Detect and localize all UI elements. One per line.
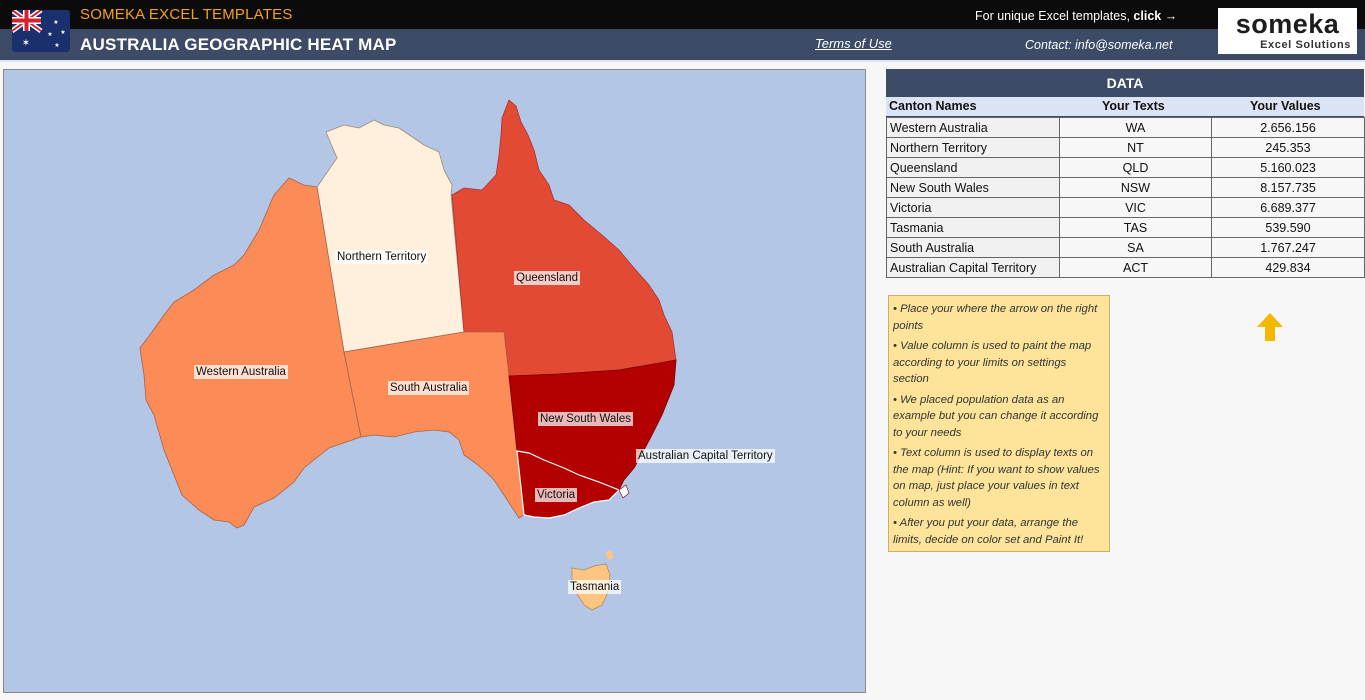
page-title: AUSTRALIA GEOGRAPHIC HEAT MAP — [80, 35, 397, 54]
svg-text:★: ★ — [53, 19, 58, 26]
label-south-australia: South Australia — [388, 381, 470, 395]
table-row: Australian Capital Territory ACT 429.834 — [886, 257, 1365, 278]
label-australian-capital-territory: Australian Capital Territory — [636, 449, 775, 463]
cell-name[interactable]: New South Wales — [886, 177, 1060, 198]
table-row: Western Australia WA 2.656.156 — [886, 117, 1365, 138]
cell-value[interactable]: 6.689.377 — [1211, 197, 1365, 218]
region-south-australia[interactable] — [343, 331, 525, 519]
cell-name[interactable]: South Australia — [886, 237, 1060, 258]
table-row: Tasmania TAS 539.590 — [886, 217, 1365, 238]
svg-text:★: ★ — [47, 31, 52, 38]
arrow-up-icon — [1256, 312, 1284, 342]
note-item: • Value column is used to paint the map … — [893, 340, 1092, 385]
cell-text[interactable]: NSW — [1059, 177, 1212, 198]
note-item: • We placed population data as an exampl… — [893, 393, 1099, 439]
cell-text[interactable]: TAS — [1059, 217, 1212, 238]
label-queensland: Queensland — [514, 271, 581, 285]
header-canton-names: Canton Names — [889, 99, 977, 113]
someka-logo[interactable]: someka Excel Solutions — [1218, 8, 1357, 54]
map-panel: Northern Territory Queensland Western Au… — [3, 69, 866, 693]
svg-text:★: ★ — [60, 29, 65, 36]
label-new-south-wales: New South Wales — [538, 412, 633, 426]
header-divider — [0, 60, 1365, 62]
table-row: Victoria VIC 6.689.377 — [886, 197, 1365, 218]
click-link[interactable]: click → — [1133, 9, 1177, 23]
cell-name[interactable]: Queensland — [886, 157, 1060, 178]
cell-name[interactable]: Australian Capital Territory — [886, 257, 1060, 278]
cell-value[interactable]: 245.353 — [1211, 137, 1365, 158]
note-item: • Place your where the arrow on the righ… — [893, 303, 1098, 332]
cell-name[interactable]: Tasmania — [886, 217, 1060, 238]
contact-email[interactable]: Contact: info@someka.net — [1025, 38, 1173, 52]
cell-text[interactable]: VIC — [1059, 197, 1212, 218]
cell-value[interactable]: 429.834 — [1211, 257, 1365, 278]
terms-of-use-link[interactable]: Terms of Use — [815, 36, 892, 51]
header-your-texts: Your Texts — [1102, 99, 1165, 113]
table-row: Queensland QLD 5.160.023 — [886, 157, 1365, 178]
australia-flag-icon: ✶ ★ ★ ★ ★ — [12, 10, 70, 52]
svg-text:✶: ✶ — [22, 38, 30, 49]
tasmania-island — [606, 550, 613, 560]
label-victoria: Victoria — [535, 488, 578, 502]
table-row: Northern Territory NT 245.353 — [886, 137, 1365, 158]
cell-value[interactable]: 8.157.735 — [1211, 177, 1365, 198]
svg-text:★: ★ — [54, 42, 59, 49]
cell-text[interactable]: ACT — [1059, 257, 1212, 278]
table-row: New South Wales NSW 8.157.735 — [886, 177, 1365, 198]
cell-value[interactable]: 539.590 — [1211, 217, 1365, 238]
cell-text[interactable]: NT — [1059, 137, 1212, 158]
note-item: • After you put your data, arrange the l… — [893, 517, 1084, 546]
cell-text[interactable]: QLD — [1059, 157, 1212, 178]
unique-templates-text: For unique Excel templates, — [975, 9, 1134, 23]
data-header-row: Canton Names Your Texts Your Values — [886, 97, 1364, 117]
cell-text[interactable]: SA — [1059, 237, 1212, 258]
region-northern-territory[interactable] — [316, 119, 465, 353]
table-row: South Australia SA 1.767.247 — [886, 237, 1365, 258]
cell-value[interactable]: 1.767.247 — [1211, 237, 1365, 258]
header-your-values: Your Values — [1250, 99, 1321, 113]
label-northern-territory: Northern Territory — [335, 250, 429, 264]
cell-name[interactable]: Western Australia — [886, 117, 1060, 138]
cell-name[interactable]: Northern Territory — [886, 137, 1060, 158]
data-title: DATA — [886, 69, 1364, 97]
instructions-note: • Place your where the arrow on the righ… — [888, 295, 1110, 552]
note-item: • Text column is used to display texts o… — [893, 447, 1100, 509]
logo-subtitle: Excel Solutions — [1260, 39, 1351, 51]
cell-value[interactable]: 2.656.156 — [1211, 117, 1365, 138]
data-panel: DATA Canton Names Your Texts Your Values… — [886, 69, 1365, 288]
data-table: Western Australia WA 2.656.156 Northern … — [886, 117, 1365, 278]
logo-wordmark: someka — [1235, 9, 1340, 39]
cell-name[interactable]: Victoria — [886, 197, 1060, 218]
brand-name: SOMEKA EXCEL TEMPLATES — [80, 6, 293, 23]
label-tasmania: Tasmania — [568, 580, 622, 594]
header-bar: ✶ ★ ★ ★ ★ SOMEKA EXCEL TEMPLATES AUSTRAL… — [0, 0, 1365, 62]
unique-templates-link[interactable]: For unique Excel templates, click → — [975, 9, 1177, 23]
cell-value[interactable]: 5.160.023 — [1211, 157, 1365, 178]
cell-text[interactable]: WA — [1059, 117, 1212, 138]
label-western-australia: Western Australia — [194, 365, 288, 379]
